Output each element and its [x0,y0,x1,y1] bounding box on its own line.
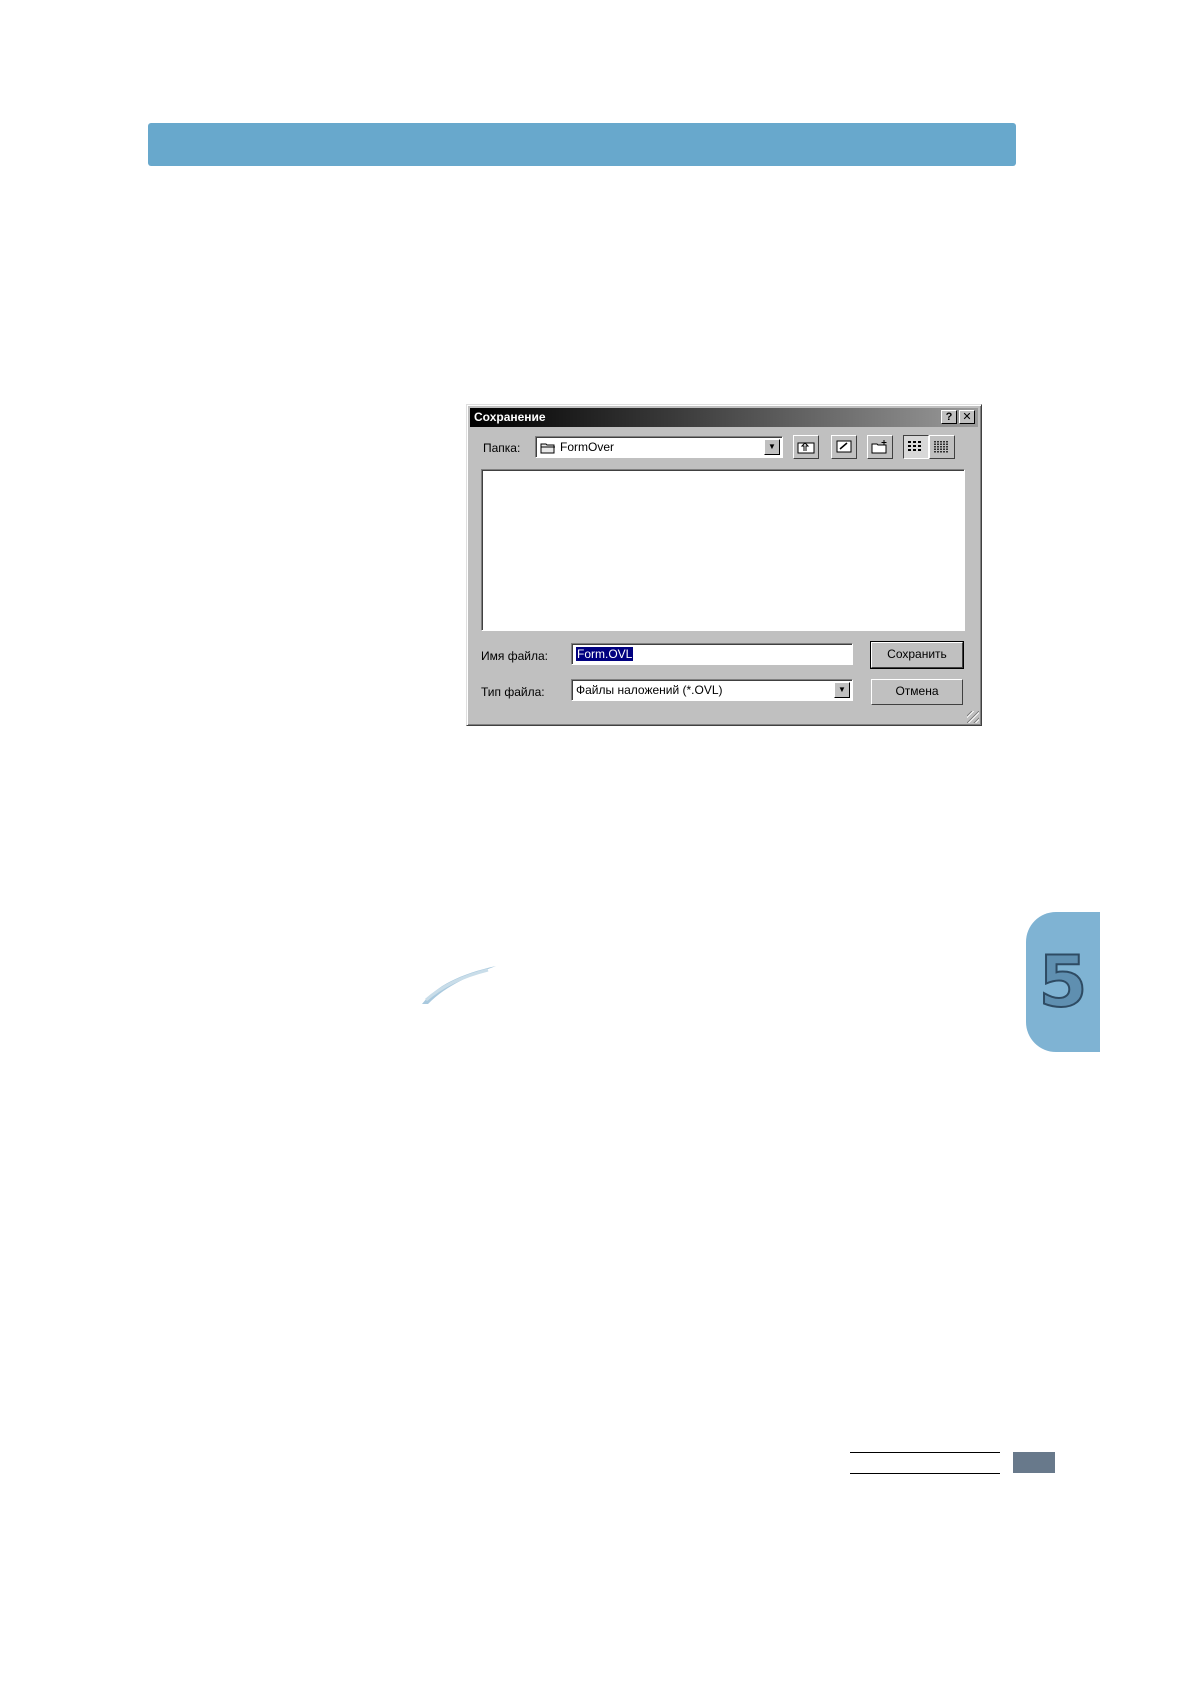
details-view-button[interactable] [929,435,955,459]
footer-rule-bottom [850,1473,1000,1474]
help-button[interactable]: ? [941,410,957,424]
filename-label: Имя файла: [481,649,548,663]
footer-rule-top [850,1452,1000,1453]
list-view-icon [908,441,921,451]
folder-combobox[interactable]: FormOver ▼ [535,436,783,458]
note-swoosh-icon [422,966,496,1004]
filename-value-wrapper: Form.OVL [576,647,634,661]
file-list-area[interactable] [481,469,965,631]
up-folder-icon [797,442,815,454]
desktop-button[interactable] [831,435,857,459]
section-header-bar [148,123,1016,166]
new-folder-button[interactable] [867,435,893,459]
filetype-value: Файлы наложений (*.OVL) [576,683,723,697]
details-view-icon [934,441,948,453]
filename-input[interactable]: Form.OVL [571,643,853,665]
chevron-down-icon: ▼ [768,442,776,451]
dialog-titlebar[interactable]: Сохранение ? ✕ [470,408,978,427]
folder-dropdown-button[interactable]: ▼ [764,439,780,455]
cancel-button[interactable]: Отмена [871,679,963,705]
new-folder-icon [871,440,887,454]
up-one-level-button[interactable] [793,435,819,459]
chapter-number: 5 [1038,941,1089,1023]
save-button[interactable]: Сохранить [870,641,964,669]
filetype-select[interactable]: Файлы наложений (*.OVL) ▼ [571,679,853,701]
folder-value: FormOver [560,440,614,454]
dialog-title: Сохранение [474,410,546,424]
filename-value: Form.OVL [576,647,634,661]
desktop-icon [836,440,852,453]
filetype-dropdown-button[interactable]: ▼ [834,682,850,698]
chapter-tab: 5 [1026,912,1100,1052]
close-button[interactable]: ✕ [959,410,975,424]
list-view-button[interactable] [903,435,929,459]
resize-grip[interactable] [967,711,979,723]
folder-icon [540,441,556,454]
folder-label: Папка: [483,441,521,455]
page-number-box [1013,1452,1055,1473]
save-dialog: Сохранение ? ✕ Папка: FormOver ▼ Имя фай… [466,404,982,726]
chevron-down-icon: ▼ [838,685,846,694]
filetype-label: Тип файла: [481,685,545,699]
